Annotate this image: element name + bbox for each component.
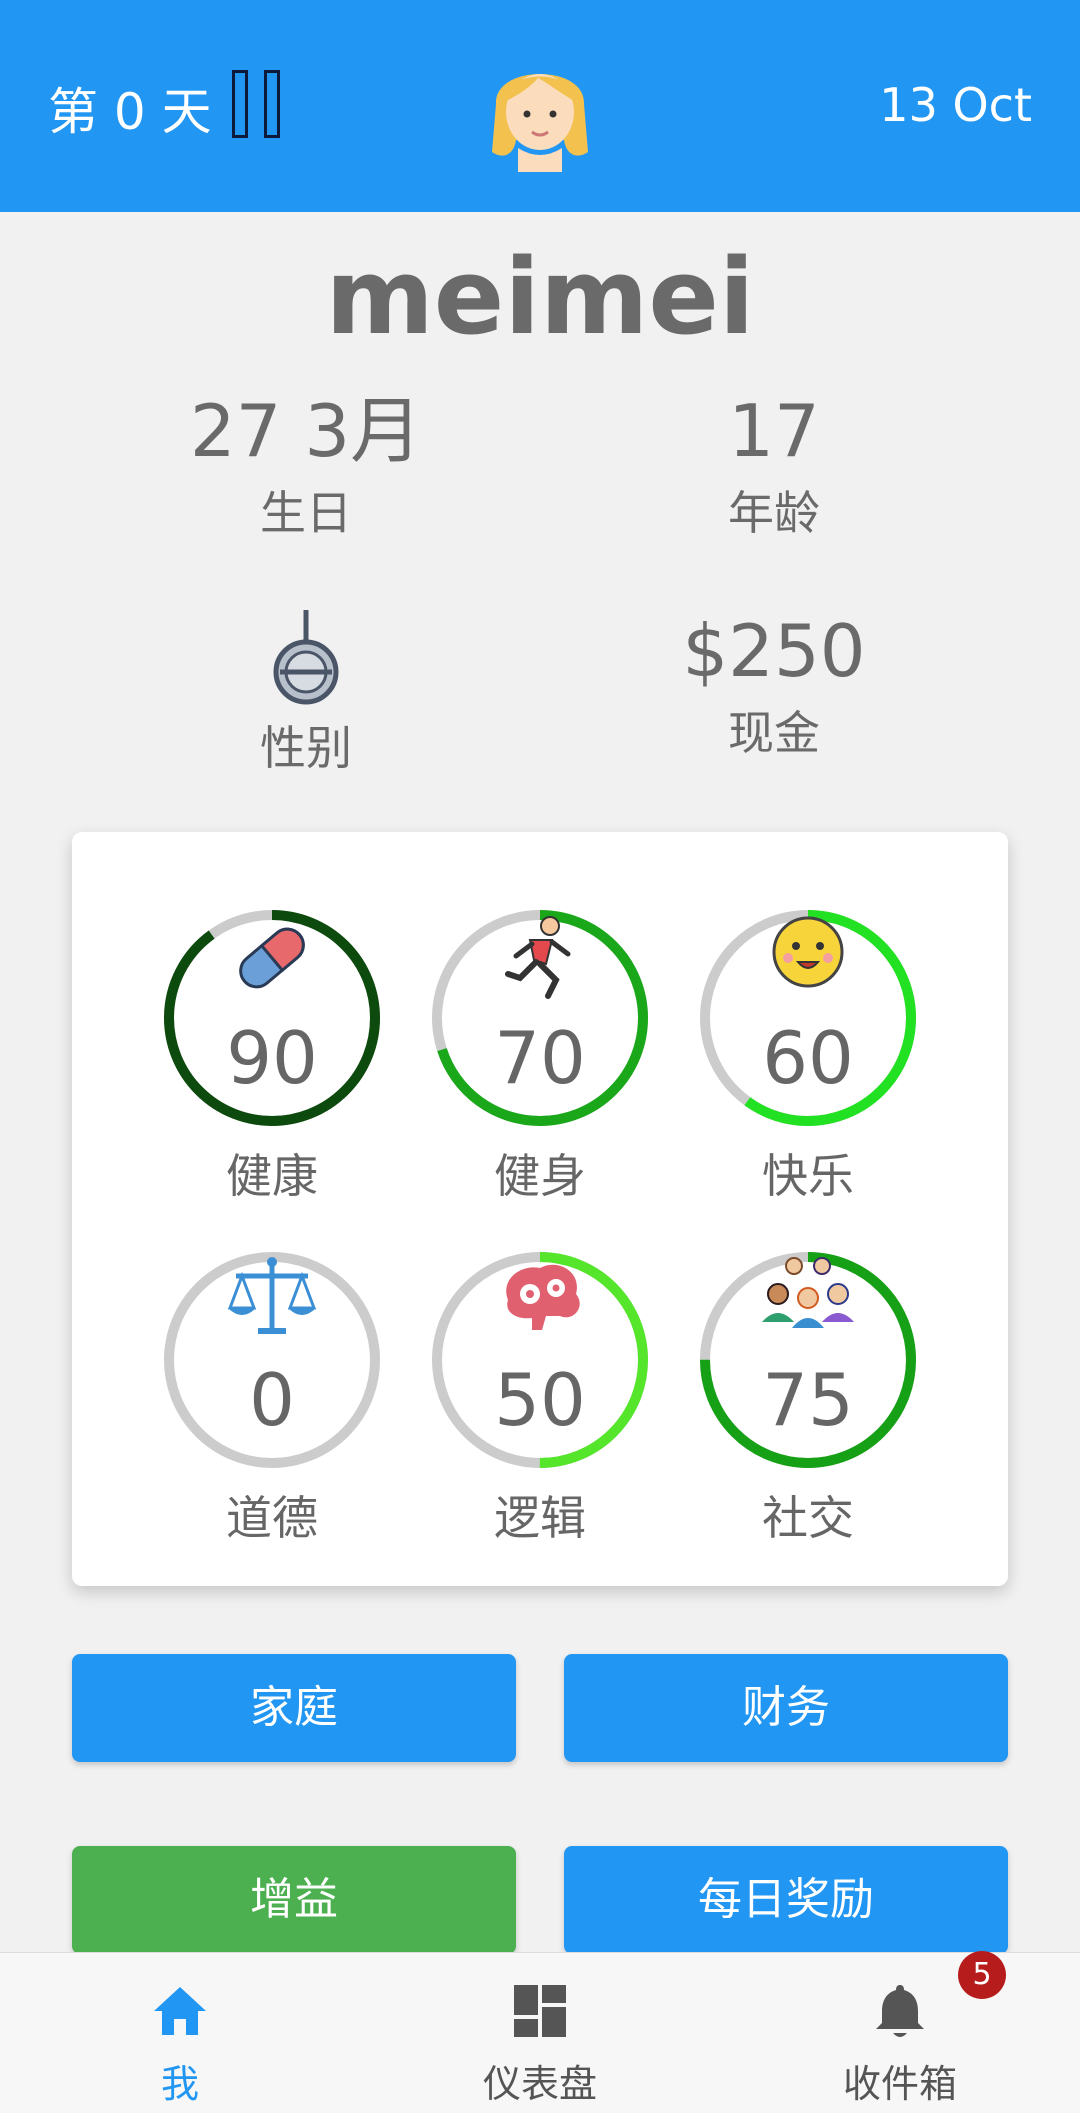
stat-value: 0 <box>249 1358 295 1442</box>
bell-icon <box>876 1985 924 2037</box>
stat-gauge-fitness[interactable]: 70 健身 <box>420 898 660 1228</box>
current-date: 13 Oct <box>879 78 1032 132</box>
age-label: 年龄 <box>728 486 820 541</box>
nav-label: 仪表盘 <box>482 2062 597 2106</box>
pill-icon <box>239 927 305 989</box>
smiley-icon <box>772 916 844 988</box>
boost-button[interactable]: 增益 <box>72 1846 516 1954</box>
stat-label: 健康 <box>226 1149 318 1203</box>
daily-reward-button[interactable]: 每日奖励 <box>564 1846 1008 1954</box>
stat-value: 50 <box>494 1358 586 1442</box>
birthday-value: 27 3月 <box>189 389 423 473</box>
scales-icon <box>227 1257 317 1334</box>
gender-label: 性别 <box>260 721 352 775</box>
female-symbol-icon <box>273 610 339 705</box>
home-icon <box>154 1987 206 2035</box>
stat-gauge-happiness[interactable]: 60 快乐 <box>688 898 928 1228</box>
top-bar: 第 0 天 13 Oct <box>0 0 1080 212</box>
character-name: meimei <box>325 236 755 358</box>
cash-value: $250 <box>682 609 866 693</box>
family-button[interactable]: 家庭 <box>72 1654 516 1762</box>
nav-label: 收件箱 <box>842 2062 957 2106</box>
runner-icon <box>505 916 571 999</box>
cash-stat: $250 现金 <box>624 609 924 763</box>
day-counter: 第 0 天 <box>48 83 212 141</box>
age-stat: 17 年龄 <box>624 389 924 543</box>
gender-stat: 性别 <box>156 606 456 778</box>
stat-label: 健身 <box>494 1149 586 1203</box>
stat-label: 快乐 <box>762 1149 854 1203</box>
birthday-stat: 27 3月 生日 <box>156 389 456 543</box>
stat-gauge-social[interactable]: 75 社交 <box>688 1240 928 1570</box>
nav-label: 我 <box>160 2062 199 2106</box>
nav-item-inbox[interactable]: 5 收件箱 <box>720 1951 1080 2113</box>
stat-gauge-health[interactable]: 90 健康 <box>152 898 392 1228</box>
age-value: 17 <box>728 389 820 473</box>
stat-value: 75 <box>762 1358 854 1442</box>
avatar[interactable] <box>476 44 604 172</box>
people-icon <box>762 1257 854 1328</box>
attributes-card: 90 健康 70 健身 60 快乐 0 道德 50 逻辑 75 社交 <box>72 832 1008 1586</box>
birthday-label: 生日 <box>260 486 352 541</box>
cash-label: 现金 <box>728 706 820 761</box>
stat-label: 逻辑 <box>494 1491 586 1545</box>
brain-icon <box>506 1264 580 1330</box>
stat-value: 60 <box>762 1016 854 1100</box>
stat-value: 90 <box>226 1016 318 1100</box>
stat-label: 社交 <box>762 1491 854 1545</box>
finance-button[interactable]: 财务 <box>564 1654 1008 1762</box>
stat-label: 道德 <box>226 1491 318 1545</box>
pause-icon-left-bar <box>232 70 248 138</box>
stat-gauge-morality[interactable]: 0 道德 <box>152 1240 392 1570</box>
stat-gauge-logic[interactable]: 50 逻辑 <box>420 1240 660 1570</box>
bottom-navigation: 我 仪表盘 5 收件箱 <box>0 1951 1080 2113</box>
stat-value: 70 <box>494 1016 586 1100</box>
nav-item-dashboard[interactable]: 仪表盘 <box>360 1953 720 2113</box>
nav-item-me[interactable]: 我 <box>0 1953 360 2113</box>
pause-button[interactable] <box>228 70 286 140</box>
dashboard-icon <box>514 1985 566 2037</box>
pause-icon-right-bar <box>264 70 280 138</box>
notification-badge: 5 <box>958 1951 1006 1999</box>
